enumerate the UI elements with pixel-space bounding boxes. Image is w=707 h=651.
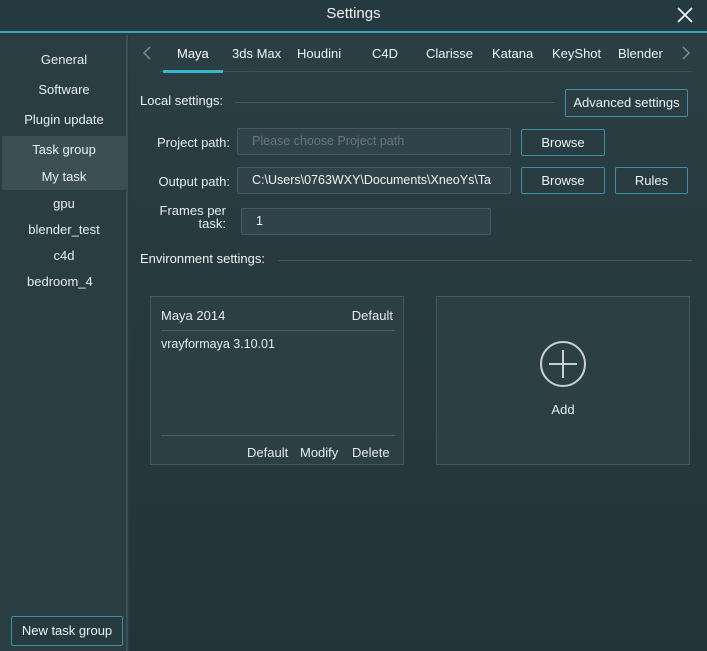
tab-c4d[interactable]: C4D <box>372 46 398 61</box>
tab-blender[interactable]: Blender <box>618 46 663 61</box>
environment-settings-heading: Environment settings: <box>140 251 266 266</box>
frames-per-task-label: Frames per task: <box>159 203 226 231</box>
add-label: Add <box>551 402 575 417</box>
set-default-link[interactable]: Default <box>247 445 288 460</box>
tabs-next-button[interactable] <box>679 45 693 63</box>
close-icon <box>677 7 693 23</box>
tabs-prev-button[interactable] <box>140 45 154 63</box>
environment-software-name: Maya 2014 <box>161 308 226 323</box>
tab-houdini[interactable]: Houdini <box>297 46 341 61</box>
rules-button[interactable]: Rules <box>615 167 688 194</box>
tab-clarisse[interactable]: Clarisse <box>426 46 473 61</box>
sidebar-item-software[interactable]: Software <box>2 77 126 103</box>
environment-card: Maya 2014 Default vrayformaya 3.10.01 De… <box>150 296 404 465</box>
card-divider-bottom <box>161 435 395 436</box>
sidebar-item-gpu[interactable]: gpu <box>2 191 126 217</box>
plus-circle-icon <box>540 341 586 387</box>
frames-per-task-input[interactable]: 1 <box>241 208 491 235</box>
active-tab-indicator <box>163 70 223 73</box>
chevron-left-icon <box>142 46 151 60</box>
card-divider <box>161 330 395 331</box>
sidebar: General Software Plugin update Task grou… <box>0 35 128 651</box>
window-title: Settings <box>326 5 381 22</box>
tabs-track <box>160 71 692 72</box>
close-button[interactable] <box>675 5 695 25</box>
tab-katana[interactable]: Katana <box>492 46 533 61</box>
sidebar-item-c4d[interactable]: c4d <box>2 243 126 269</box>
sidebar-item-bedroom-4[interactable]: bedroom_4 <box>2 269 126 295</box>
project-path-label: Project path: <box>157 135 230 150</box>
sidebar-item-blender-test[interactable]: blender_test <box>2 217 126 243</box>
local-settings-heading: Local settings: <box>140 93 224 108</box>
project-browse-button[interactable]: Browse <box>521 129 605 156</box>
add-environment-card[interactable]: Add <box>436 296 690 465</box>
local-settings-divider <box>235 102 555 103</box>
output-path-input[interactable]: C:\Users\0763WXY\Documents\XneoYs\Ta <box>237 167 511 194</box>
tab-3ds-max[interactable]: 3ds Max <box>232 46 281 61</box>
tab-maya[interactable]: Maya <box>177 46 209 61</box>
tab-keyshot[interactable]: KeyShot <box>552 46 601 61</box>
advanced-settings-button[interactable]: Advanced settings <box>565 89 688 117</box>
environment-settings-divider <box>278 260 692 261</box>
delete-link[interactable]: Delete <box>352 445 390 460</box>
sidebar-item-general[interactable]: General <box>2 47 126 73</box>
sidebar-item-my-task[interactable]: My task <box>2 164 126 190</box>
sidebar-item-task-group[interactable]: Task group <box>2 136 126 164</box>
title-bar: Settings <box>0 0 707 33</box>
output-path-label: Output path: <box>158 174 230 189</box>
environment-plugin-name: vrayformaya 3.10.01 <box>161 337 275 351</box>
sidebar-item-plugin-update[interactable]: Plugin update <box>2 107 126 133</box>
chevron-right-icon <box>682 46 691 60</box>
default-badge: Default <box>351 308 393 323</box>
project-path-input[interactable]: Please choose Project path <box>237 128 511 155</box>
software-tabs: Maya 3ds Max Houdini C4D Clarisse Katana… <box>130 35 707 75</box>
new-task-group-button[interactable]: New task group <box>11 616 123 646</box>
output-browse-button[interactable]: Browse <box>521 167 605 194</box>
modify-link[interactable]: Modify <box>300 445 338 460</box>
main-panel: Maya 3ds Max Houdini C4D Clarisse Katana… <box>130 35 707 651</box>
